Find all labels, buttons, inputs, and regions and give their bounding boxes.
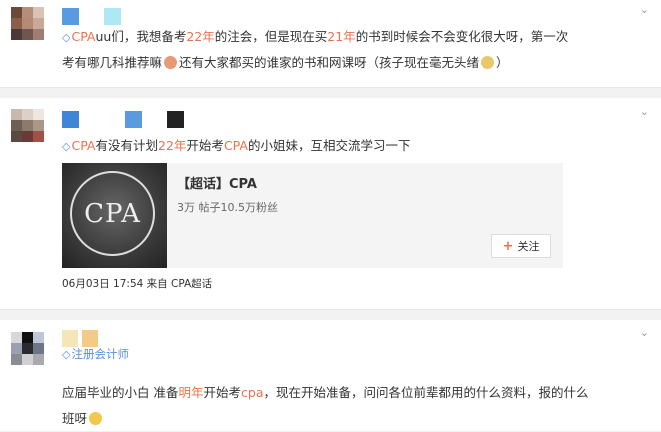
chevron-down-icon[interactable]: ⌄: [640, 327, 649, 338]
source-link[interactable]: 注册会计师: [71, 347, 129, 361]
grin-emoji-icon: [89, 412, 103, 425]
chevron-down-icon[interactable]: ⌄: [640, 106, 649, 117]
highlight[interactable]: 21年: [327, 29, 355, 44]
share-title[interactable]: 【超话】CPA: [177, 173, 257, 192]
post-text: 应届毕业的小白 准备: [62, 385, 179, 400]
post-text: 的小姐妹，互相交流学习一下: [247, 138, 411, 153]
post-text-line-1: 应届毕业的小白 准备明年开始考cpa，现在开始准备，问问各位前辈都用的什么资料，…: [62, 380, 589, 406]
emoji-icon: [481, 56, 495, 69]
post-text: 的注会，但是现在买: [214, 29, 328, 44]
post-text: ，现在开始准备，问问各位前辈都用的什么资料，报的什么: [263, 385, 589, 400]
topic-icon: ◇: [62, 348, 71, 361]
post-text: uu们，我想备考: [95, 29, 187, 44]
username[interactable]: [62, 111, 184, 128]
cpa-logo: CPA: [62, 163, 167, 268]
post-text: 开始考: [186, 138, 224, 153]
topic-link[interactable]: CPA: [71, 29, 95, 44]
post-text: 还有大家都买的谁家的书和网课呀（孩子现在毫无头绪: [179, 55, 480, 70]
post-text-line-2: 班呀: [62, 406, 104, 432]
post-text: 的书到时候会不会变化很大呀，第一次: [355, 29, 569, 44]
avatar[interactable]: [11, 332, 44, 365]
avatar[interactable]: [11, 109, 44, 142]
chevron-down-icon[interactable]: ⌄: [640, 4, 649, 15]
highlight[interactable]: CPA: [224, 138, 248, 153]
post-text-line-1: ◇CPA有没有计划22年开始考CPA的小姐妹，互相交流学习一下: [62, 133, 410, 160]
post-card: ⌄ ◇CPAuu们，我想备考22年的注会，但是现在买21年的书到时候会不会变化很…: [0, 0, 661, 87]
post-text: ）: [496, 55, 509, 70]
divider: [0, 309, 661, 310]
post-text: 班呀: [62, 411, 88, 426]
emoji-icon: [164, 56, 178, 69]
divider: [0, 87, 661, 88]
topic-icon: ◇: [62, 31, 71, 44]
post-text-line-2: 考有哪几科推荐嘛 还有大家都买的谁家的书和网课呀（孩子现在毫无头绪 ）: [62, 50, 509, 76]
follow-button[interactable]: + 关注: [491, 234, 551, 258]
follow-label: 关注: [517, 240, 540, 253]
highlight: cpa: [241, 385, 264, 400]
post-text: 有没有计划: [95, 138, 159, 153]
post-text: 开始考: [203, 385, 242, 400]
username[interactable]: [62, 8, 121, 25]
highlight[interactable]: 22年: [158, 138, 186, 153]
post-source[interactable]: ◇注册会计师: [62, 345, 129, 364]
avatar[interactable]: [11, 7, 44, 40]
highlight[interactable]: 22年: [186, 29, 214, 44]
plus-icon: +: [502, 238, 514, 254]
highlight: 明年: [178, 385, 204, 400]
topic-icon: ◇: [62, 140, 71, 153]
post-text: 考有哪几科推荐嘛: [62, 55, 163, 70]
share-stats: 3万 帖子10.5万粉丝: [177, 201, 278, 214]
post-text-line-1: ◇CPAuu们，我想备考22年的注会，但是现在买21年的书到时候会不会变化很大呀…: [62, 24, 568, 51]
post-meta[interactable]: 06月03日 17:54 来自 CPA超话: [62, 276, 212, 291]
post-card: ⌄ ◇注册会计师 应届毕业的小白 准备明年开始考cpa，现在开始准备，问问各位前…: [0, 320, 661, 431]
supertopic-share-card[interactable]: CPA 【超话】CPA 3万 帖子10.5万粉丝 + 关注: [62, 163, 563, 268]
topic-link[interactable]: CPA: [71, 138, 95, 153]
logo-text: CPA: [70, 171, 155, 256]
